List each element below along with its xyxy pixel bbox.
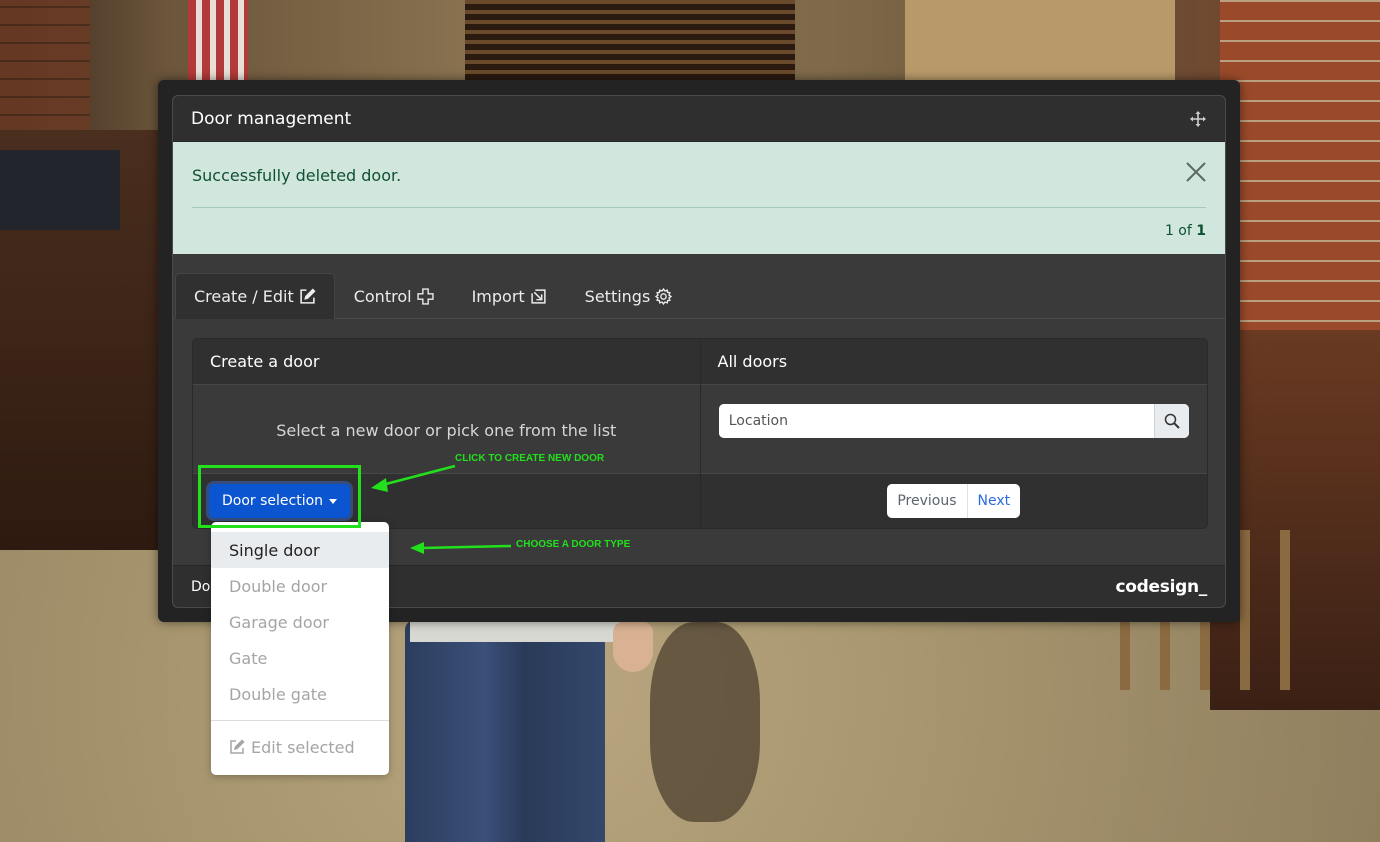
move-arrows-icon[interactable] <box>1189 110 1207 128</box>
background-notice-board <box>905 0 1175 80</box>
pagination: Previous Next <box>887 484 1021 518</box>
alert-counter-total: 1 <box>1196 223 1206 239</box>
tab-create-edit[interactable]: Create / Edit <box>175 273 335 319</box>
annotation-click-hint: CLICK TO CREATE NEW DOOR <box>455 453 605 464</box>
tab-label: Create / Edit <box>194 286 294 306</box>
next-page-button[interactable]: Next <box>968 484 1021 518</box>
dropdown-item-double-door[interactable]: Double door <box>211 568 389 604</box>
tab-bar: Create / Edit Control Import Settings <box>173 254 1225 319</box>
dropdown-item-double-gate[interactable]: Double gate <box>211 676 389 712</box>
search-icon <box>1164 413 1180 429</box>
dpad-icon <box>416 287 434 305</box>
background-character <box>405 620 605 842</box>
create-door-panel: Create a door Select a new door or pick … <box>193 339 700 528</box>
all-doors-footer: Previous Next <box>700 474 1207 528</box>
tab-label: Settings <box>584 286 651 306</box>
dropdown-item-edit-selected[interactable]: Edit selected <box>211 729 389 765</box>
tab-label: Import <box>471 286 525 306</box>
door-type-dropdown: Single door Double door Garage door Gate… <box>211 522 389 775</box>
previous-page-button[interactable]: Previous <box>887 484 968 518</box>
close-x-icon[interactable] <box>1185 161 1207 183</box>
background-character-hand <box>613 622 653 672</box>
dropdown-item-single-door[interactable]: Single door <box>211 532 389 568</box>
alert-counter-prefix: 1 of <box>1164 223 1197 239</box>
alert-counter: 1 of 1 <box>1165 223 1206 239</box>
footer-text: Do <box>191 578 211 595</box>
codesign-logo: codesign_ <box>1115 576 1208 597</box>
create-door-header: Create a door <box>193 339 700 385</box>
alert-message: Successfully deleted door. <box>192 166 402 185</box>
create-door-footer: Door selection <box>193 474 700 528</box>
panels-container: Create a door Select a new door or pick … <box>192 338 1208 529</box>
all-doors-body <box>700 385 1207 474</box>
all-doors-header: All doors <box>700 339 1207 385</box>
door-selection-label: Door selection <box>222 493 324 509</box>
create-door-hint: Select a new door or pick one from the l… <box>276 420 617 440</box>
dropdown-item-gate[interactable]: Gate <box>211 640 389 676</box>
tab-settings[interactable]: Settings <box>566 273 692 319</box>
edit-icon <box>300 287 316 304</box>
success-alert: Successfully deleted door. 1 of 1 <box>173 142 1225 254</box>
dropdown-divider <box>211 720 389 721</box>
all-doors-panel: All doors Previous Next <box>699 339 1207 528</box>
tab-import[interactable]: Import <box>453 273 566 319</box>
window-title: Door management <box>191 108 352 129</box>
tab-control[interactable]: Control <box>335 273 453 319</box>
caret-down-icon <box>329 498 338 504</box>
background-character-shirt <box>410 620 620 642</box>
annotation-choose-hint: CHOOSE A DOOR TYPE <box>516 539 631 550</box>
dropdown-item-garage-door[interactable]: Garage door <box>211 604 389 640</box>
tab-label: Control <box>353 286 412 306</box>
location-search-input[interactable] <box>718 403 1154 438</box>
door-selection-button[interactable]: Door selection <box>209 484 351 518</box>
location-search-group <box>718 403 1189 438</box>
search-button[interactable] <box>1153 403 1189 438</box>
background-desk <box>0 150 120 230</box>
edit-selected-label: Edit selected <box>251 737 355 757</box>
gear-icon <box>655 287 673 305</box>
background-brick-right <box>1220 0 1380 360</box>
import-icon <box>531 288 546 304</box>
alert-divider <box>192 207 1206 208</box>
background-shadow <box>650 622 760 822</box>
background-blinds <box>465 0 795 80</box>
create-door-body: Select a new door or pick one from the l… <box>193 385 700 474</box>
edit-icon <box>230 739 245 754</box>
background-flag <box>188 0 248 80</box>
window-header[interactable]: Door management <box>173 96 1225 142</box>
